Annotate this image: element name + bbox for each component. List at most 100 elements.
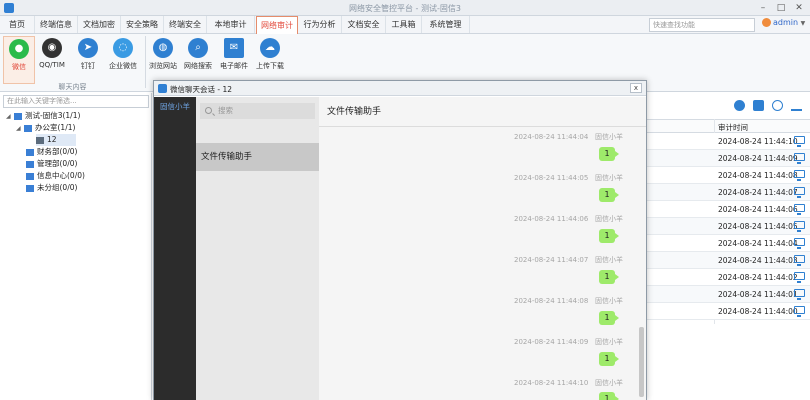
monitor-icon[interactable]	[794, 272, 805, 283]
cloud-transfer-icon: ☁	[260, 38, 280, 58]
ribbon-dingtalk-button[interactable]: ➤ 钉钉	[72, 36, 104, 84]
ribbon-group-label: 聊天内容	[58, 83, 87, 91]
monitor-icon[interactable]	[794, 170, 805, 181]
tree-toggle-icon[interactable]: ◢	[16, 123, 24, 135]
qq-icon: ◉	[42, 38, 62, 58]
ribbon-browse-web-button[interactable]: ◍ 浏览网站	[147, 36, 179, 84]
tree-node-root[interactable]: ◢ 测试-固信3(1/1)	[6, 110, 80, 122]
search-icon	[205, 107, 212, 114]
ribbon-upload-download-button[interactable]: ☁ 上传下载	[254, 36, 286, 84]
quick-search-input[interactable]: 快速查找功能	[649, 18, 755, 32]
menu-item-network-audit[interactable]: 网络审计	[256, 16, 298, 34]
org-icon	[24, 124, 32, 132]
account-name[interactable]: 固信小羊	[154, 101, 196, 112]
monitor-icon[interactable]	[794, 255, 805, 266]
monitor-icon[interactable]	[794, 221, 805, 232]
chat-scrollbar[interactable]	[639, 327, 644, 397]
monitor-icon[interactable]	[794, 306, 805, 317]
chat-view-icon[interactable]	[734, 100, 745, 111]
computer-icon	[36, 136, 44, 144]
monitor-icon[interactable]	[794, 238, 805, 249]
chevron-down-icon: ▼	[800, 20, 806, 27]
table-row[interactable]: 2024-08-24 11:44:06	[645, 201, 810, 218]
dialog-app-icon	[158, 84, 167, 93]
table-row[interactable]: 2024-08-24 11:44:08	[645, 167, 810, 184]
menu-item-system-management[interactable]: 系统管理	[422, 16, 470, 33]
message-bubble[interactable]: 1	[599, 270, 619, 284]
tree-filter-input[interactable]: 在此输入关键字筛选...	[3, 95, 149, 108]
menu-item-terminal-security[interactable]: 终端安全	[164, 16, 207, 33]
audit-table-header: 审计时间	[645, 119, 810, 133]
ribbon-wechat-button[interactable]: ● 微信	[3, 36, 35, 84]
table-row[interactable]: 2024-08-24 11:44:03	[645, 252, 810, 269]
user-name: admin	[773, 18, 799, 27]
globe-search-icon: ⌕	[188, 38, 208, 58]
maximize-button[interactable]: □	[773, 2, 789, 14]
org-icon	[26, 172, 34, 180]
table-row[interactable]: 2024-08-24 11:44:02	[645, 269, 810, 286]
dialog-close-button[interactable]: x	[630, 83, 642, 93]
minimize-button[interactable]: –	[755, 2, 771, 14]
wechat-session-dialog: 微信聊天会话 - 12 x 固信小羊 搜索 文件传输助手 文件传输助手 2024…	[153, 80, 647, 400]
chat-search-input[interactable]: 搜索	[200, 103, 315, 119]
menu-bar: 首页 终端信息 文档加密 安全策略 终端安全 本地审计 网络审计 行为分析 文档…	[0, 16, 810, 34]
tree-node-management[interactable]: 管理部(0/0)	[26, 158, 77, 170]
message-bubble[interactable]: 1	[599, 352, 619, 366]
tree-node-terminal-12[interactable]: 12	[36, 134, 76, 146]
tree-node-ungrouped[interactable]: 未分组(0/0)	[26, 182, 77, 194]
menu-item-behavior-analysis[interactable]: 行为分析	[298, 16, 342, 33]
message-bubble[interactable]: 1	[599, 147, 619, 161]
table-row[interactable]: 2024-08-24 11:44:00	[645, 303, 810, 320]
wecom-icon: ◌	[113, 38, 133, 58]
ribbon-email-button[interactable]: ✉ 电子邮件	[218, 36, 250, 84]
table-row[interactable]: 2024-08-24 11:44:01	[645, 286, 810, 303]
org-icon	[26, 160, 34, 168]
dialog-title-bar[interactable]: 微信聊天会话 - 12 x	[154, 81, 646, 96]
message-meta: 2024-08-24 11:44:09 固信小羊	[514, 338, 624, 346]
user-menu[interactable]: admin ▼	[762, 18, 805, 27]
download-icon[interactable]	[791, 100, 802, 111]
chat-list-item[interactable]: 文件传输助手	[196, 143, 319, 171]
menu-item-doc-security[interactable]: 文档安全	[342, 16, 386, 33]
monitor-icon[interactable]	[794, 204, 805, 215]
monitor-icon[interactable]	[794, 136, 805, 147]
message-bubble[interactable]: 1	[599, 229, 619, 243]
ribbon-web-search-button[interactable]: ⌕ 网络搜索	[182, 36, 214, 84]
tree-node-info-center[interactable]: 信息中心(0/0)	[26, 170, 85, 182]
tree-node-office[interactable]: ◢ 办公室(1/1)	[16, 122, 75, 134]
email-icon: ✉	[224, 38, 244, 58]
table-toolbar	[645, 96, 810, 116]
tree-toggle-icon[interactable]: ◢	[6, 111, 14, 123]
close-window-button[interactable]: ✕	[791, 2, 807, 14]
dingtalk-icon: ➤	[78, 38, 98, 58]
chat-list-panel: 搜索 文件传输助手	[196, 97, 319, 400]
monitor-icon[interactable]	[794, 187, 805, 198]
menu-item-toolbox[interactable]: 工具箱	[386, 16, 422, 33]
table-row[interactable]: 2024-08-24 11:44:04	[645, 235, 810, 252]
menu-item-terminal-info[interactable]: 终端信息	[35, 16, 78, 33]
dialog-title: 微信聊天会话 - 12	[170, 85, 233, 94]
monitor-icon[interactable]	[794, 289, 805, 300]
table-row[interactable]: 2024-08-24 11:44:09	[645, 150, 810, 167]
message-bubble[interactable]: 1	[599, 392, 619, 400]
ribbon-wecom-button[interactable]: ◌ 企业微信	[104, 36, 142, 84]
monitor-icon[interactable]	[794, 153, 805, 164]
app-logo-icon	[4, 3, 14, 13]
menu-item-local-audit[interactable]: 本地审计	[207, 16, 255, 33]
ribbon-qq-button[interactable]: ◉ QQ/TIM	[36, 36, 68, 84]
message-meta: 2024-08-24 11:44:04 固信小羊	[514, 133, 624, 141]
column-header-audit-time[interactable]: 审计时间	[718, 122, 748, 133]
menu-item-doc-encrypt[interactable]: 文档加密	[78, 16, 121, 33]
menu-item-home[interactable]: 首页	[0, 16, 35, 33]
globe-icon: ◍	[153, 38, 173, 58]
dialog-account-sidebar: 固信小羊	[154, 97, 196, 400]
table-row[interactable]: 2024-08-24 11:44:07	[645, 184, 810, 201]
message-bubble[interactable]: 1	[599, 188, 619, 202]
table-row[interactable]: 2024-08-24 11:44:10	[645, 133, 810, 150]
refresh-icon[interactable]	[772, 100, 783, 111]
table-row[interactable]: 2024-08-24 11:44:05	[645, 218, 810, 235]
tree-node-finance[interactable]: 财务部(0/0)	[26, 146, 77, 158]
message-bubble[interactable]: 1	[599, 311, 619, 325]
column-settings-icon[interactable]	[753, 100, 764, 111]
menu-item-security-policy[interactable]: 安全策略	[121, 16, 164, 33]
